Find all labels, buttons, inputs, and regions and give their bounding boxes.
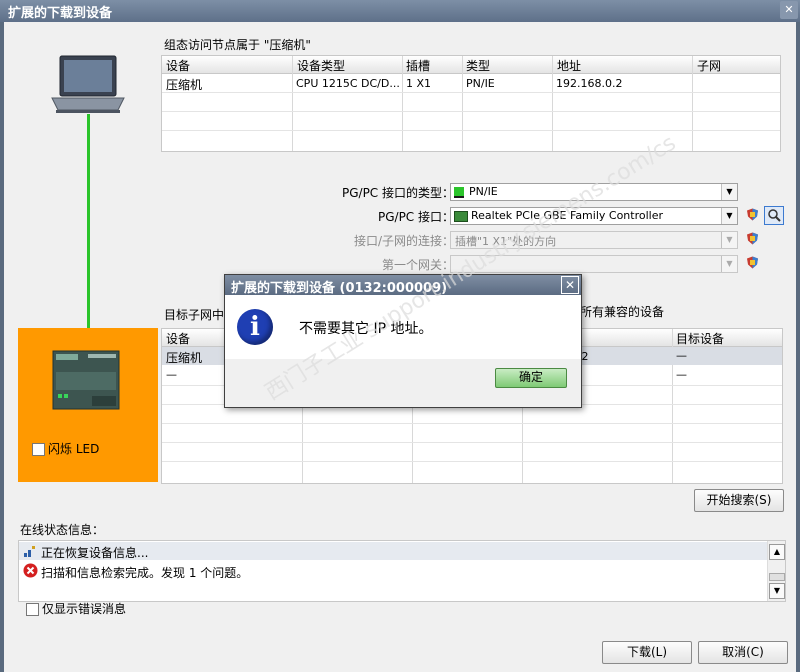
scroll-down-icon[interactable]: ▼	[769, 583, 785, 599]
config-table: 设备 设备类型 插槽 类型 地址 子网 压缩机 CPU 1215C DC/D..…	[161, 55, 781, 152]
network-connection-line	[87, 114, 90, 352]
status-heading: 在线状态信息：	[20, 523, 105, 537]
download-button[interactable]: 下载(L)	[602, 641, 692, 664]
progress-icon	[24, 546, 35, 557]
network-card-icon	[454, 211, 468, 222]
shield-icon[interactable]	[746, 208, 759, 221]
dialog-body: i 不需要其它 IP 地址。	[225, 295, 581, 359]
pn-ie-icon	[454, 187, 464, 198]
dialog-close-button[interactable]: ✕	[561, 276, 579, 294]
status-list: 正在恢复设备信息... 扫描和信息检索完成。发现 1 个问题。 ▲ ▼	[18, 540, 786, 602]
dialog-titlebar: 扩展的下载到设备 (0132:000009) ✕	[225, 275, 581, 296]
chevron-down-icon[interactable]: ▼	[721, 184, 737, 200]
subnet-connection-select[interactable]: 插槽"1 X1"处的方向 ▼	[450, 231, 738, 249]
pgpc-type-select[interactable]: PN/IE ▼	[450, 183, 738, 201]
col-device: 设备	[166, 332, 191, 346]
info-icon: i	[237, 309, 273, 345]
start-search-button[interactable]: 开始搜索(S)	[694, 489, 784, 512]
gateway-select[interactable]: ▼	[450, 255, 738, 273]
list-item[interactable]: 扫描和信息检索完成。发现 1 个问题。	[19, 562, 767, 580]
col-type: 类型	[466, 59, 491, 73]
diagnostics-button[interactable]	[764, 206, 784, 225]
info-dialog: 扩展的下载到设备 (0132:000009) ✕ i 不需要其它 IP 地址。 …	[224, 274, 582, 408]
chevron-down-icon[interactable]: ▼	[721, 256, 737, 272]
ok-button[interactable]: 确定	[495, 368, 567, 388]
window-close-button[interactable]: ✕	[780, 1, 798, 19]
target-heading-right: 所有兼容的设备	[580, 305, 665, 319]
col-address: 地址	[557, 59, 582, 73]
col-device: 设备	[166, 59, 191, 73]
col-slot: 插槽	[406, 59, 431, 73]
target-heading-left: 目标子网中	[164, 308, 225, 322]
error-icon	[23, 563, 38, 578]
scroll-up-icon[interactable]: ▲	[769, 544, 785, 560]
window-titlebar: 扩展的下载到设备 ✕	[0, 0, 800, 22]
pgpc-type-label: PG/PC 接口的类型：	[341, 186, 454, 200]
scroll-thumb[interactable]	[769, 573, 785, 581]
gateway-label: 第一个网关：	[381, 258, 454, 272]
config-heading: 组态访问节点属于 "压缩机"	[164, 38, 311, 52]
pgpc-interface-select[interactable]: Realtek PCIe GBE Family Controller ▼	[450, 207, 738, 225]
status-scrollbar[interactable]: ▲ ▼	[767, 541, 785, 601]
laptop-icon	[51, 55, 125, 113]
flash-led-checkbox[interactable]	[32, 443, 45, 456]
chevron-down-icon[interactable]: ▼	[721, 208, 737, 224]
shield-icon[interactable]	[746, 256, 759, 269]
cancel-button[interactable]: 取消(C)	[698, 641, 788, 664]
only-errors-label: 仅显示错误消息	[42, 602, 127, 616]
dialog-message: 不需要其它 IP 地址。	[299, 321, 433, 337]
flash-led-label: 闪烁 LED	[48, 442, 100, 456]
pgpc-interface-label: PG/PC 接口：	[377, 210, 454, 224]
shield-icon[interactable]	[746, 232, 759, 245]
col-subnet: 子网	[697, 59, 722, 73]
dialog-title: 扩展的下载到设备 (0132:000009)	[231, 281, 448, 296]
window-title: 扩展的下载到设备	[8, 6, 113, 21]
magnifier-icon	[768, 209, 781, 222]
chevron-down-icon[interactable]: ▼	[721, 232, 737, 248]
subnet-connection-label: 接口/子网的连接：	[353, 234, 454, 248]
col-target-device: 目标设备	[676, 332, 725, 346]
only-errors-checkbox[interactable]	[26, 603, 39, 616]
plc-icon	[52, 350, 120, 410]
config-table-header: 设备 设备类型 插槽 类型 地址 子网	[162, 56, 780, 74]
col-device-type: 设备类型	[297, 59, 346, 73]
target-device-panel[interactable]: 闪烁 LED	[18, 328, 158, 482]
list-item[interactable]: 正在恢复设备信息...	[19, 542, 767, 560]
